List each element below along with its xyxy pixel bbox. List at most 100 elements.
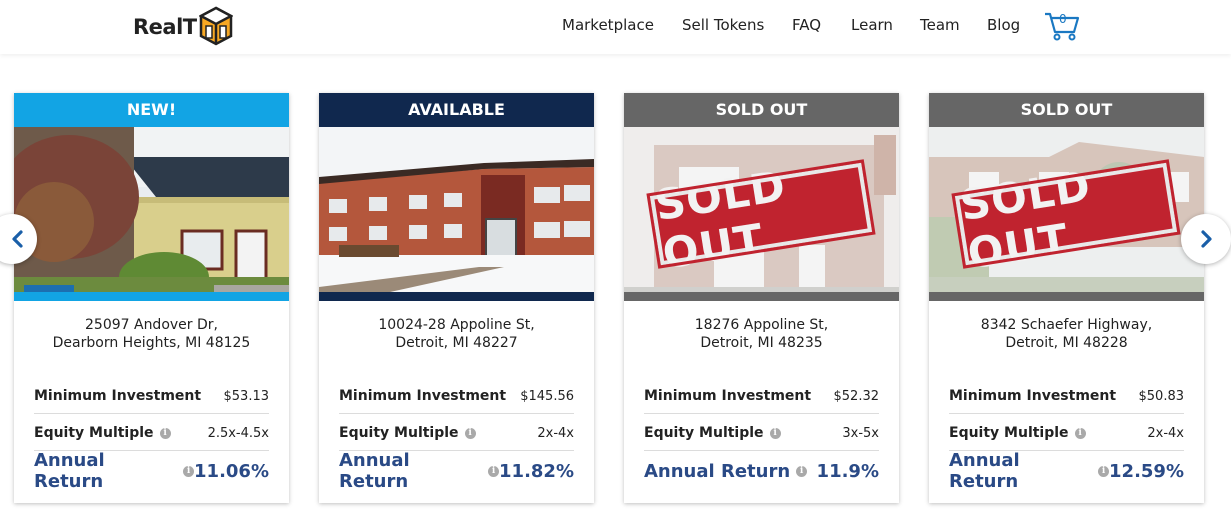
min-investment-row: Minimum Investment $52.32 [644, 385, 879, 407]
property-card[interactable]: AVAILABLE 10024-28 Appoline St, Detroit,… [319, 93, 594, 503]
annual-return-label-text: Annual Return [34, 450, 105, 492]
min-investment-label: Minimum Investment [644, 388, 812, 404]
nav-learn[interactable]: Learn [851, 16, 893, 34]
address-line1: 25097 Andover Dr, [85, 317, 218, 333]
property-photo[interactable]: SOLD OUT [929, 127, 1204, 301]
property-photo[interactable]: SOLD OUT [624, 127, 899, 301]
equity-multiple-label-text: Equity Multiple [34, 425, 154, 441]
annual-return-row: Annual Return i 12.59% [949, 450, 1184, 492]
realt-logo[interactable]: RealT [133, 5, 233, 49]
address-line1: 10024-28 Appoline St, [378, 317, 535, 333]
info-icon[interactable]: i [464, 427, 476, 439]
min-investment-value: $50.83 [1138, 388, 1185, 404]
divider [339, 413, 574, 414]
property-address: 8342 Schaefer Highway, Detroit, MI 48228 [929, 316, 1204, 352]
info-icon[interactable]: i [488, 465, 500, 477]
min-investment-value: $53.13 [223, 388, 270, 404]
carousel-next-button[interactable] [1181, 214, 1231, 264]
nav-sell-tokens[interactable]: Sell Tokens [682, 16, 764, 34]
property-address: 10024-28 Appoline St, Detroit, MI 48227 [319, 316, 594, 352]
equity-multiple-row: Equity Multiple i 2x-4x [339, 421, 574, 445]
house-photo-image [14, 127, 289, 301]
status-banner: SOLD OUT [929, 93, 1204, 127]
status-banner: AVAILABLE [319, 93, 594, 127]
property-photo[interactable] [319, 127, 594, 301]
info-icon[interactable]: i [183, 465, 195, 477]
status-banner: SOLD OUT [624, 93, 899, 127]
equity-multiple-label-text: Equity Multiple [644, 425, 764, 441]
address-line2: Dearborn Heights, MI 48125 [52, 335, 251, 351]
nav-marketplace[interactable]: Marketplace [562, 16, 654, 34]
property-card[interactable]: NEW! 25097 Andover Dr, Dearborn Heights,… [14, 93, 289, 503]
address-line1: 18276 Appoline St, [694, 317, 829, 333]
equity-multiple-label: Equity Multiple i [644, 425, 781, 441]
logo-text: RealT [133, 15, 197, 39]
nav-faq[interactable]: FAQ [792, 16, 821, 34]
sold-out-stamp: SOLD OUT [951, 158, 1181, 279]
photo-status-bar [624, 292, 899, 301]
annual-return-value: 11.9% [816, 460, 879, 482]
min-investment-value: $52.32 [833, 388, 880, 404]
equity-multiple-label-text: Equity Multiple [949, 425, 1069, 441]
chevron-right-icon [1201, 230, 1212, 248]
equity-multiple-row: Equity Multiple i 3x-5x [644, 421, 879, 445]
equity-multiple-label: Equity Multiple i [339, 425, 476, 441]
info-icon[interactable]: i [796, 465, 808, 477]
equity-multiple-label: Equity Multiple i [949, 425, 1086, 441]
property-address: 25097 Andover Dr, Dearborn Heights, MI 4… [14, 316, 289, 352]
photo-status-bar [929, 292, 1204, 301]
equity-multiple-row: Equity Multiple i 2.5x-4.5x [34, 421, 269, 445]
divider [644, 450, 879, 451]
annual-return-label-text: Annual Return [644, 460, 791, 482]
nav-team[interactable]: Team [920, 16, 960, 34]
property-address: 18276 Appoline St, Detroit, MI 48235 [624, 316, 899, 352]
annual-return-row: Annual Return i 11.06% [34, 450, 269, 492]
min-investment-label: Minimum Investment [949, 388, 1117, 404]
min-investment-row: Minimum Investment $50.83 [949, 385, 1184, 407]
site-header: RealT Marketplace Sell Tokens FAQ Learn … [0, 0, 1231, 54]
cart-button[interactable]: 0 [1043, 10, 1081, 42]
annual-return-value: 11.06% [194, 460, 269, 482]
min-investment-value: $145.56 [520, 388, 574, 404]
min-investment-label: Minimum Investment [339, 388, 507, 404]
equity-multiple-row: Equity Multiple i 2x-4x [949, 421, 1184, 445]
equity-multiple-label-text: Equity Multiple [339, 425, 459, 441]
annual-return-value: 11.82% [499, 460, 574, 482]
info-icon[interactable]: i [769, 427, 781, 439]
sold-out-stamp: SOLD OUT [646, 158, 876, 279]
nav-blog[interactable]: Blog [987, 16, 1020, 34]
photo-status-bar [319, 292, 594, 301]
info-icon[interactable]: i [159, 427, 171, 439]
info-icon[interactable]: i [1098, 465, 1110, 477]
annual-return-label: Annual Return i [339, 450, 500, 492]
photo-status-bar [14, 292, 289, 301]
address-line2: Detroit, MI 48235 [700, 335, 823, 351]
divider [949, 413, 1184, 414]
property-card[interactable]: SOLD OUT SOLD OUT 8342 Schaefer Highway,… [929, 93, 1204, 503]
annual-return-label-text: Annual Return [949, 450, 1020, 492]
annual-return-value: 12.59% [1109, 460, 1184, 482]
equity-multiple-label: Equity Multiple i [34, 425, 171, 441]
property-photo[interactable] [14, 127, 289, 301]
equity-multiple-value: 2x-4x [1147, 425, 1184, 441]
chevron-left-icon [12, 230, 23, 248]
property-card[interactable]: SOLD OUT SOLD OUT 18276 Appoline St, Det… [624, 93, 899, 503]
cube-logo-icon [198, 6, 233, 46]
address-line1: 8342 Schaefer Highway, [980, 317, 1153, 333]
annual-return-row: Annual Return i 11.9% [644, 458, 879, 484]
address-line2: Detroit, MI 48228 [1005, 335, 1128, 351]
min-investment-label: Minimum Investment [34, 388, 202, 404]
annual-return-row: Annual Return i 11.82% [339, 450, 574, 492]
annual-return-label-text: Annual Return [339, 450, 410, 492]
annual-return-label: Annual Return i [644, 460, 808, 482]
building-photo-image [319, 127, 594, 301]
divider [34, 413, 269, 414]
equity-multiple-value: 3x-5x [842, 425, 879, 441]
annual-return-label: Annual Return i [949, 450, 1110, 492]
min-investment-row: Minimum Investment $53.13 [34, 385, 269, 407]
equity-multiple-value: 2.5x-4.5x [207, 425, 269, 441]
min-investment-row: Minimum Investment $145.56 [339, 385, 574, 407]
divider [644, 413, 879, 414]
equity-multiple-value: 2x-4x [537, 425, 574, 441]
info-icon[interactable]: i [1074, 427, 1086, 439]
